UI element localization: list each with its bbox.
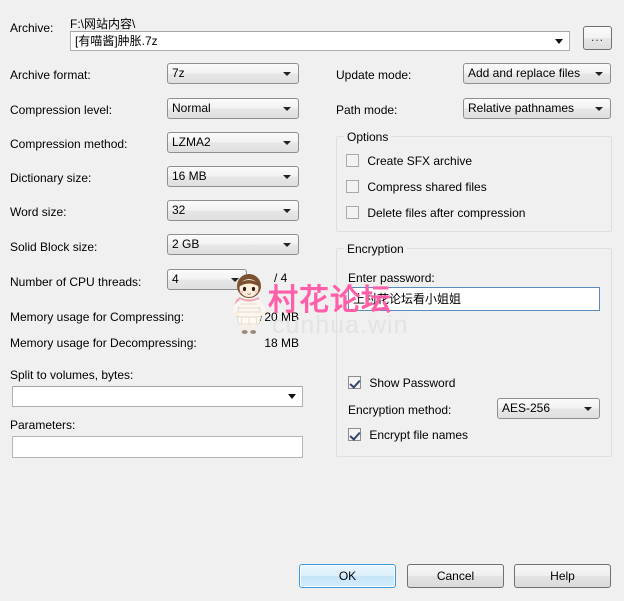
cpu-threads-value: 4	[172, 272, 179, 286]
update-mode-combo[interactable]: Add and replace files	[463, 63, 611, 84]
chevron-down-icon	[288, 394, 296, 399]
word-size-value: 32	[172, 203, 186, 217]
checkbox-box	[346, 180, 359, 193]
checkbox-box	[348, 376, 361, 389]
dictionary-size-label: Dictionary size:	[10, 171, 92, 185]
archive-name-value: [有喵酱]肿胀.7z	[75, 34, 158, 48]
encryption-method-combo[interactable]: AES-256	[497, 398, 600, 419]
archive-name-combo[interactable]: [有喵酱]肿胀.7z	[70, 31, 570, 51]
chevron-down-icon	[283, 209, 291, 213]
browse-button[interactable]: ...	[583, 26, 612, 50]
path-mode-label: Path mode:	[336, 103, 398, 117]
memory-compressing-label: Memory usage for Compressing:	[10, 310, 185, 324]
solid-block-size-value: 2 GB	[172, 237, 200, 251]
chevron-down-icon	[283, 243, 291, 247]
archive-path-text: F:\网站内容\	[70, 17, 136, 31]
chevron-down-icon	[283, 175, 291, 179]
cpu-threads-combo[interactable]: 4	[167, 269, 247, 290]
update-mode-label: Update mode:	[336, 68, 412, 82]
encryption-group-title: Encryption	[344, 243, 407, 255]
add-to-archive-dialog: Archive: F:\网站内容\ [有喵酱]肿胀.7z ... Archive…	[0, 0, 624, 601]
checkbox-show-password[interactable]: Show Password	[348, 375, 455, 391]
archive-format-value: 7z	[172, 66, 185, 80]
cpu-threads-label: Number of CPU threads:	[10, 275, 142, 289]
checkbox-delete-files-after-compression[interactable]: Delete files after compression	[346, 205, 525, 221]
chevron-down-icon	[283, 107, 291, 111]
chevron-down-icon	[584, 407, 592, 411]
path-mode-value: Relative pathnames	[468, 101, 575, 115]
memory-decompressing-label: Memory usage for Decompressing:	[10, 336, 197, 350]
checkbox-label: Delete files after compression	[367, 206, 526, 220]
chevron-down-icon	[595, 107, 603, 111]
parameters-label: Parameters:	[10, 418, 76, 432]
ok-button[interactable]: OK	[299, 564, 396, 588]
update-mode-value: Add and replace files	[468, 66, 581, 80]
checkbox-box	[348, 428, 361, 441]
checkbox-create-sfx-archive[interactable]: Create SFX archive	[346, 153, 472, 169]
chevron-down-icon	[595, 72, 603, 76]
password-value: 上村花论坛看小姐姐	[353, 292, 462, 306]
help-button[interactable]: Help	[514, 564, 611, 588]
solid-block-size-label: Solid Block size:	[10, 240, 98, 254]
word-size-label: Word size:	[10, 205, 67, 219]
chevron-down-icon	[283, 72, 291, 76]
chevron-down-icon	[283, 141, 291, 145]
compression-level-label: Compression level:	[10, 103, 113, 117]
chevron-down-icon	[231, 278, 239, 282]
split-to-volumes-combo[interactable]	[12, 386, 303, 407]
checkbox-encrypt-file-names[interactable]: Encrypt file names	[348, 427, 468, 443]
chevron-down-icon	[555, 39, 563, 44]
split-to-volumes-label: Split to volumes, bytes:	[10, 368, 134, 382]
cpu-threads-total: / 4	[274, 271, 288, 285]
archive-format-combo[interactable]: 7z	[167, 63, 299, 84]
solid-block-size-combo[interactable]: 2 GB	[167, 234, 299, 255]
checkbox-box	[346, 206, 359, 219]
enter-password-label: Enter password:	[348, 271, 435, 285]
password-input[interactable]: 上村花论坛看小姐姐	[348, 287, 600, 311]
path-mode-combo[interactable]: Relative pathnames	[463, 98, 611, 119]
checkbox-label: Compress shared files	[367, 180, 487, 194]
archive-label: Archive:	[10, 21, 54, 35]
compression-level-combo[interactable]: Normal	[167, 98, 299, 119]
archive-format-label: Archive format:	[10, 68, 91, 82]
encryption-method-value: AES-256	[502, 401, 551, 415]
word-size-combo[interactable]: 32	[167, 200, 299, 221]
checkbox-compress-shared-files[interactable]: Compress shared files	[346, 179, 487, 195]
dictionary-size-value: 16 MB	[172, 169, 207, 183]
checkbox-label: Create SFX archive	[367, 154, 473, 168]
checkbox-label: Encrypt file names	[369, 428, 469, 442]
compression-method-combo[interactable]: LZMA2	[167, 132, 299, 153]
compression-method-label: Compression method:	[10, 137, 128, 151]
cancel-button[interactable]: Cancel	[407, 564, 504, 588]
parameters-input[interactable]	[12, 436, 303, 458]
checkbox-label: Show Password	[369, 376, 456, 390]
compression-level-value: Normal	[172, 101, 211, 115]
checkbox-box	[346, 154, 359, 167]
dictionary-size-combo[interactable]: 16 MB	[167, 166, 299, 187]
memory-compressing-value: 720 MB	[257, 310, 299, 324]
compression-method-value: LZMA2	[172, 135, 211, 149]
encryption-method-label: Encryption method:	[348, 403, 452, 417]
options-group-title: Options	[344, 131, 392, 143]
memory-decompressing-value: 18 MB	[264, 336, 299, 350]
